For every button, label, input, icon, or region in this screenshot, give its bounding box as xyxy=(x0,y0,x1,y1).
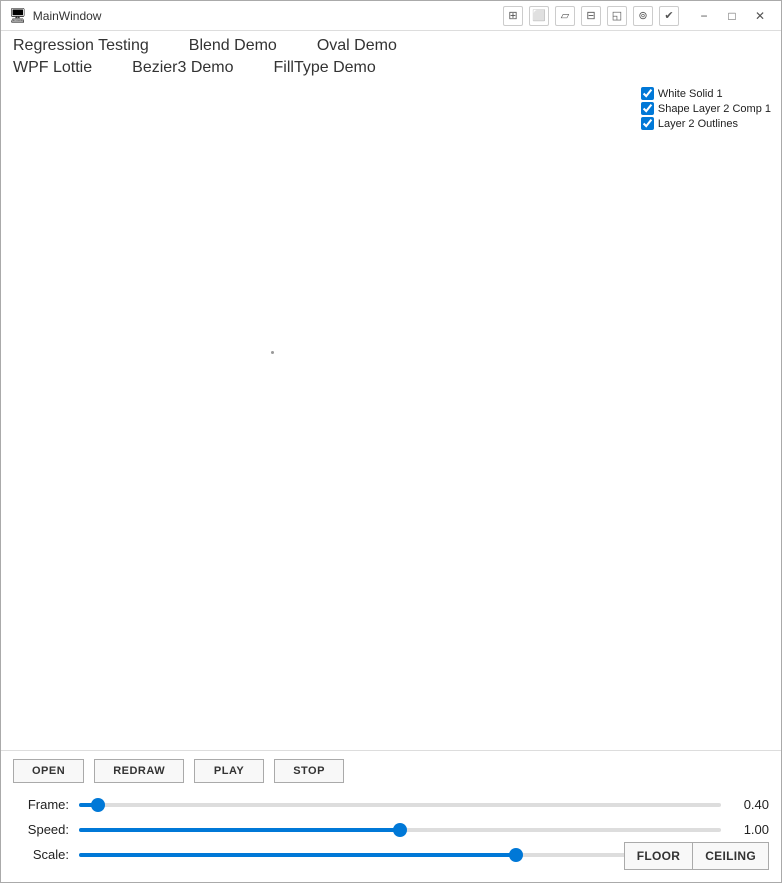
main-window: 🖥 MainWindow ⊞ ⬜ ▱ ⊟ ◱ ⊚ ✔ − □ ✕ Regress… xyxy=(0,0,782,883)
toolbar-icon-2[interactable]: ⬜ xyxy=(529,6,549,26)
layer-checkbox-1[interactable] xyxy=(641,102,654,115)
layer-item-0: White Solid 1 xyxy=(641,87,771,100)
content-area: White Solid 1 Shape Layer 2 Comp 1 Layer… xyxy=(1,79,781,750)
layer-checkbox-0[interactable] xyxy=(641,87,654,100)
toolbar-icon-5[interactable]: ◱ xyxy=(607,6,627,26)
frame-thumb[interactable] xyxy=(91,798,105,812)
minimize-button[interactable]: − xyxy=(691,5,717,27)
nav-blend-demo[interactable]: Blend Demo xyxy=(189,37,277,55)
speed-value: 1.00 xyxy=(731,822,769,837)
scale-fill xyxy=(79,853,516,857)
stop-button[interactable]: STOP xyxy=(274,759,344,783)
frame-label: Frame: xyxy=(13,797,69,812)
title-bar-controls: − □ ✕ xyxy=(691,5,773,27)
buttons-row: OPEN REDRAW PLAY STOP xyxy=(13,759,769,783)
speed-slider-row: Speed: 1.00 xyxy=(13,822,769,837)
animation-area xyxy=(1,79,781,750)
frame-value: 0.40 xyxy=(731,797,769,812)
animation-dot xyxy=(271,351,274,354)
redraw-button[interactable]: REDRAW xyxy=(94,759,184,783)
play-button[interactable]: PLAY xyxy=(194,759,264,783)
nav-oval-demo[interactable]: Oval Demo xyxy=(317,37,397,55)
speed-label: Speed: xyxy=(13,822,69,837)
speed-track[interactable] xyxy=(79,828,721,832)
title-bar: 🖥 MainWindow ⊞ ⬜ ▱ ⊟ ◱ ⊚ ✔ − □ ✕ xyxy=(1,1,781,31)
floor-button[interactable]: FLOOR xyxy=(624,842,693,870)
toolbar-icon-3[interactable]: ▱ xyxy=(555,6,575,26)
speed-fill xyxy=(79,828,400,832)
layer-label-1: Shape Layer 2 Comp 1 xyxy=(658,103,771,115)
nav-row2: WPF Lottie Bezier3 Demo FillType Demo xyxy=(13,59,769,77)
nav-bar: Regression Testing Blend Demo Oval Demo … xyxy=(1,31,781,79)
toolbar-icon-4[interactable]: ⊟ xyxy=(581,6,601,26)
close-button[interactable]: ✕ xyxy=(747,5,773,27)
toolbar-icon-1[interactable]: ⊞ xyxy=(503,6,523,26)
nav-regression-testing[interactable]: Regression Testing xyxy=(13,37,149,55)
layer-item-2: Layer 2 Outlines xyxy=(641,117,771,130)
window-icon: 🖥 xyxy=(9,7,27,24)
frame-slider-row: Frame: 0.40 xyxy=(13,797,769,812)
window-title: MainWindow xyxy=(33,9,503,23)
layer-item-1: Shape Layer 2 Comp 1 xyxy=(641,102,771,115)
ceiling-button[interactable]: CEILING xyxy=(692,842,769,870)
nav-bezier3-demo[interactable]: Bezier3 Demo xyxy=(132,59,233,77)
nav-row1: Regression Testing Blend Demo Oval Demo xyxy=(13,37,769,55)
scale-label: Scale: xyxy=(13,847,69,862)
layer-panel: White Solid 1 Shape Layer 2 Comp 1 Layer… xyxy=(641,87,771,130)
speed-thumb[interactable] xyxy=(393,823,407,837)
toolbar-icon-6[interactable]: ⊚ xyxy=(633,6,653,26)
layer-label-2: Layer 2 Outlines xyxy=(658,118,738,130)
restore-button[interactable]: □ xyxy=(719,5,745,27)
layer-checkbox-2[interactable] xyxy=(641,117,654,130)
nav-wpf-lottie[interactable]: WPF Lottie xyxy=(13,59,92,77)
nav-filltype-demo[interactable]: FillType Demo xyxy=(274,59,376,77)
floor-ceiling-row: FLOOR CEILING xyxy=(624,842,769,870)
toolbar-icon-7[interactable]: ✔ xyxy=(659,6,679,26)
scale-thumb[interactable] xyxy=(509,848,523,862)
toolbar-icons: ⊞ ⬜ ▱ ⊟ ◱ ⊚ ✔ xyxy=(503,6,679,26)
open-button[interactable]: OPEN xyxy=(13,759,84,783)
layer-label-0: White Solid 1 xyxy=(658,88,723,100)
frame-track[interactable] xyxy=(79,803,721,807)
bottom-outer: OPEN REDRAW PLAY STOP Frame: 0.40 Speed: xyxy=(1,750,781,882)
